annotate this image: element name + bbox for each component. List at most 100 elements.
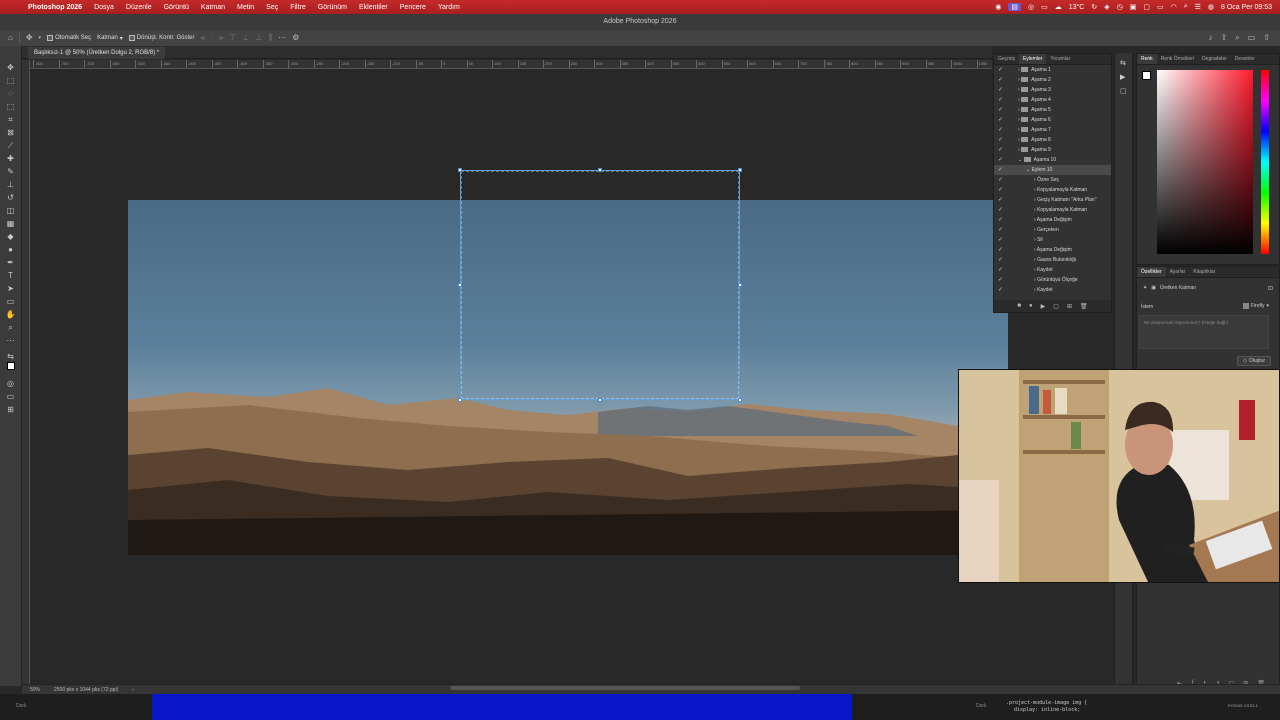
action-row[interactable]: ✓ › Aşama 1 [994,65,1111,75]
home-icon[interactable]: ⌂ [8,34,13,42]
brush-tool-icon[interactable]: ✎ [4,166,17,177]
checkmark-icon[interactable]: ✓ [998,105,1003,115]
zoom-level[interactable]: 50% [30,687,40,693]
checkmark-icon[interactable]: ✓ [998,245,1003,255]
transform-handle[interactable] [598,168,602,172]
checkmark-icon[interactable]: ✓ [998,155,1003,165]
action-row[interactable]: ✓ › Gauss Bulanıklığı [994,255,1111,265]
horizontal-scrollbar[interactable] [450,686,800,690]
search-icon[interactable]: ⌕ [1184,3,1188,11]
eraser-tool-icon[interactable]: ◫ [4,205,17,216]
action-row[interactable]: ✓ › Aşama 2 [994,75,1111,85]
control-center-icon[interactable]: ☰ [1195,3,1201,11]
transform-handle[interactable] [738,398,742,402]
folder-icon[interactable]: ▢ [1143,3,1150,11]
control-icon[interactable]: ◎ [1028,3,1034,11]
action-row[interactable]: ✓ › Kaydet [994,285,1111,295]
siri-icon[interactable]: ◍ [1208,3,1214,11]
quick-mask-icon[interactable]: ◎ [4,378,17,389]
screen-record-icon[interactable]: ▤ [1008,3,1021,11]
move-tool-icon[interactable]: ✥ [4,62,17,73]
model-select[interactable]: Firefly ▾ [1242,303,1269,309]
checkmark-icon[interactable]: ✓ [998,235,1003,245]
transform-handle[interactable] [738,168,742,172]
hue-slider[interactable] [1261,70,1269,254]
rectangle-tool-icon[interactable]: ▭ [4,296,17,307]
weather-icon[interactable]: ☁ [1055,3,1062,11]
creative-cloud-icon[interactable]: ◉ [995,3,1001,11]
menu-window[interactable]: Pencere [394,4,432,11]
action-row[interactable]: ✓ › Aşama 3 [994,85,1111,95]
play-dock-icon[interactable]: ▶ [1120,73,1125,81]
tab-history[interactable]: Geçmiş [994,54,1019,64]
eyedropper-tool-icon[interactable]: ⟋ [4,140,17,151]
action-row[interactable]: ✓ › Aşama 4 [994,95,1111,105]
zoom-tool-icon[interactable]: ⌕ [4,322,17,333]
more-icon[interactable]: ⋯ [278,34,286,42]
menu-layer[interactable]: Katman [195,4,231,11]
healing-brush-icon[interactable]: ✚ [4,153,17,164]
gear-icon[interactable]: ⚙ [292,34,299,42]
frame-tool-icon[interactable]: ⊠ [4,127,17,138]
checkmark-icon[interactable]: ✓ [998,65,1003,75]
stop-icon[interactable]: ■ [1017,303,1021,309]
document-size[interactable]: 2500 pks x 1044 pks (72 ppi) [54,687,118,693]
new-set-icon[interactable]: ▢ [1053,303,1059,310]
align-middle-icon[interactable]: ⊥ [242,34,249,42]
gradient-tool-icon[interactable]: ▦ [4,218,17,229]
checkmark-icon[interactable]: ✓ [998,225,1003,235]
action-row[interactable]: ✓ › Görüntüyü Ölçeğe [994,275,1111,285]
tab-patterns[interactable]: Desenler [1231,54,1259,64]
comment-dock-icon[interactable]: ▢ [1120,87,1127,95]
generative-icon[interactable]: ⊞ [4,404,17,415]
move-tool-icon[interactable]: ✥ [26,34,33,42]
workspace-icon[interactable]: ▭ [1248,34,1256,42]
menu-type[interactable]: Metin [231,4,260,11]
history-brush-icon[interactable]: ↺ [4,192,17,203]
tab-gradients[interactable]: Degradeler [1198,54,1231,64]
search-icon[interactable]: ⌕ [1235,34,1239,42]
action-row[interactable]: ✓ › Aşama 8 [994,135,1111,145]
action-row[interactable]: ✓ › Aşama 9 [994,145,1111,155]
crop-tool-icon[interactable]: ⌗ [4,114,17,125]
path-select-icon[interactable]: ➤ [4,283,17,294]
tab-adjustments[interactable]: Ayarlar [1166,267,1190,277]
lasso-tool-icon[interactable]: ◌ [4,88,17,99]
trash-icon[interactable]: 🗑 [1080,303,1088,310]
action-row[interactable]: ✓ › Kopyalamayla Katman [994,185,1111,195]
action-row[interactable]: ✓ › Aşama Değişim [994,245,1111,255]
checkmark-icon[interactable]: ✓ [998,95,1003,105]
tab-actions[interactable]: Eylemler [1018,54,1047,64]
checkmark-icon[interactable]: ✓ [998,135,1003,145]
menu-filter[interactable]: Filtre [284,4,312,11]
pen-tool-icon[interactable]: ✒ [4,257,17,268]
checkmark-icon[interactable]: ✓ [998,205,1003,215]
type-tool-icon[interactable]: T [4,270,17,281]
weather-temp[interactable]: 13°C [1069,4,1085,11]
align-bottom-icon[interactable]: ⊥ [255,34,262,42]
transform-handle[interactable] [738,283,742,287]
action-row[interactable]: ✓ › Kopyalamayla Katman [994,205,1111,215]
checkmark-icon[interactable]: ✓ [998,265,1003,275]
checkmark-icon[interactable]: ✓ [998,275,1003,285]
artboard-tool-icon[interactable]: ⬚ [4,75,17,86]
transform-handle[interactable] [458,398,462,402]
menu-file[interactable]: Dosya [88,4,120,11]
action-row[interactable]: ✓ ⌄ Eylem 10 [994,165,1111,175]
distribute-icon[interactable]: ⫼ [268,34,272,42]
checkmark-icon[interactable]: ✓ [998,145,1003,155]
action-row[interactable]: ✓ › Gerçeken [994,225,1111,235]
document-tab[interactable]: Başlıksız-1 @ 50% (Üretken Dolgu 2, RGB/… [28,47,166,59]
align-center-icon[interactable]: ⫶ [211,34,213,42]
taskbar-left-label[interactable]: Dark [16,703,27,709]
chevron-down-icon[interactable]: ▾ [39,34,42,42]
screen-mode-icon[interactable]: ▭ [4,391,17,402]
play-icon[interactable]: ▶ [1041,303,1046,310]
auto-select-checkbox[interactable]: Otomatik Seç [47,35,91,41]
record-icon[interactable]: ● [1029,303,1033,309]
expand-icon[interactable]: ⊡ [1268,285,1273,292]
share-button-icon[interactable]: ⇧ [1263,34,1270,42]
menu-plugins[interactable]: Eklentiler [353,4,394,11]
transform-handle[interactable] [458,283,462,287]
checkmark-icon[interactable]: ✓ [998,175,1003,185]
